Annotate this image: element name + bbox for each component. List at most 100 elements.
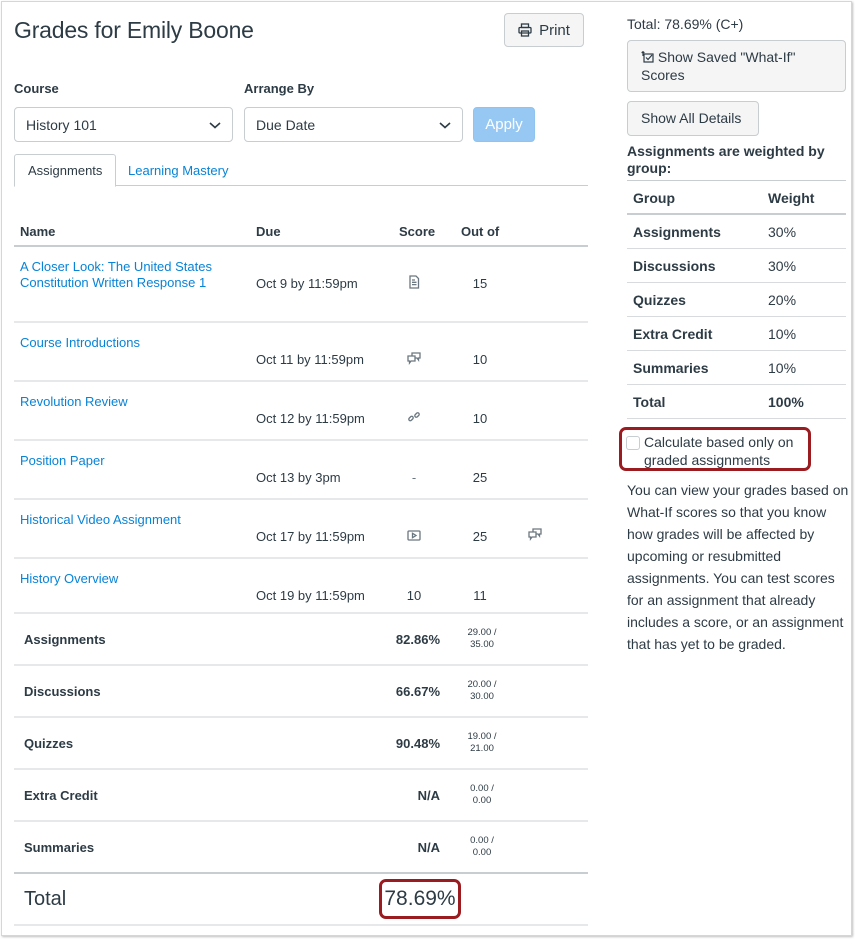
calculate-graded-only-checkbox[interactable]	[626, 436, 640, 450]
assignment-link[interactable]: Position Paper	[20, 453, 235, 469]
chevron-down-icon	[439, 122, 451, 129]
score-cell	[394, 275, 434, 292]
group-name: Summaries	[24, 840, 95, 855]
weight-group: Total	[633, 394, 666, 410]
sidebar-total: Total: 78.69% (C+)	[627, 16, 744, 32]
column-name: Name	[20, 224, 56, 239]
group-points: 29.00 /35.00	[462, 627, 502, 651]
group-points-possible: 0.00	[472, 795, 492, 806]
assignment-link[interactable]: Course Introductions	[20, 335, 235, 351]
checklist-icon	[641, 51, 654, 63]
weight-group: Quizzes	[633, 292, 686, 308]
assignment-link[interactable]: A Closer Look: The United States Constit…	[20, 259, 235, 291]
group-row-assignments: Assignments 82.86% 29.00 /35.00	[14, 614, 588, 666]
comments-button[interactable]	[524, 527, 546, 546]
printer-icon	[518, 23, 532, 37]
show-all-details-button[interactable]: Show All Details	[627, 101, 759, 136]
group-row-extra-credit: Extra Credit N/A 0.00 /0.00	[14, 770, 588, 822]
weight-value: 20%	[768, 292, 797, 308]
tab-assignments[interactable]: Assignments	[14, 154, 117, 187]
group-row-quizzes: Quizzes 90.48% 19.00 /21.00	[14, 718, 588, 770]
tab-bar: Assignments Learning Mastery	[14, 154, 588, 187]
weight-value: 10%	[768, 326, 797, 342]
column-out-of: Out of	[461, 224, 500, 239]
due-date: Oct 11 by 11:59pm	[256, 352, 364, 367]
print-button[interactable]: Print	[504, 13, 584, 47]
document-icon	[409, 275, 420, 289]
score-cell	[394, 410, 434, 427]
column-due: Due	[256, 224, 281, 239]
weight-group: Discussions	[633, 258, 716, 274]
out-of-cell: 25	[472, 470, 488, 485]
assignment-link[interactable]: Historical Video Assignment	[20, 512, 235, 528]
show-what-if-scores-button[interactable]: Show Saved "What-If" Scores	[627, 40, 846, 92]
due-date: Oct 17 by 11:59pm	[256, 529, 365, 544]
group-name: Assignments	[24, 632, 106, 647]
group-name: Quizzes	[24, 736, 74, 751]
total-grade-value: 78.69%	[379, 879, 461, 919]
weight-row: Assignments 30%	[627, 215, 846, 249]
arrange-by-select[interactable]: Due Date	[244, 107, 463, 142]
course-select[interactable]: History 101	[14, 107, 233, 142]
weight-row: Discussions 30%	[627, 249, 846, 283]
chevron-down-icon	[209, 122, 221, 129]
weights-table: Group Weight Assignments 30% Discussions…	[627, 180, 846, 419]
due-date: Oct 19 by 11:59pm	[256, 588, 365, 603]
apply-button[interactable]: Apply	[473, 107, 535, 142]
group-points-earned: 20.00 /	[467, 679, 497, 690]
out-of-cell: 11	[473, 588, 487, 603]
weight-value: 100%	[768, 394, 804, 410]
group-points-earned: 0.00 /	[470, 783, 494, 794]
due-date: Oct 13 by 3pm	[256, 470, 341, 485]
group-points-possible: 0.00	[472, 847, 492, 858]
print-label: Print	[539, 21, 570, 39]
group-name: Extra Credit	[24, 788, 98, 803]
weight-value: 30%	[768, 224, 797, 240]
group-points-possible: 30.00	[470, 691, 494, 702]
group-points-possible: 35.00	[470, 639, 494, 650]
score-cell	[394, 351, 434, 368]
group-percent: 66.67%	[395, 684, 440, 699]
weight-group: Summaries	[633, 360, 709, 376]
grades-table: Name Due Score Out of A Closer Look: The…	[14, 215, 588, 926]
weighted-note: Assignments are weighted by group:	[627, 143, 825, 176]
arrange-by-select-value: Due Date	[256, 116, 316, 133]
group-points: 0.00 /0.00	[462, 835, 502, 859]
weights-column-weight: Weight	[768, 190, 815, 206]
weight-group: Extra Credit	[633, 326, 713, 342]
calculate-graded-only-label[interactable]: Calculate based only on graded assignmen…	[644, 433, 809, 469]
score-cell: -	[411, 470, 417, 485]
table-row: Course Introductions Oct 11 by 11:59pm 1…	[14, 323, 588, 382]
score-cell: 10	[406, 588, 422, 603]
group-points-earned: 29.00 /	[467, 627, 497, 638]
group-points: 20.00 /30.00	[462, 679, 502, 703]
comments-icon	[528, 528, 542, 541]
table-row: A Closer Look: The United States Constit…	[14, 247, 588, 323]
group-points: 0.00 /0.00	[462, 783, 502, 807]
group-name: Discussions	[24, 684, 101, 699]
group-percent: 82.86%	[395, 632, 440, 647]
weight-group: Assignments	[633, 224, 721, 240]
what-if-help-text: You can view your grades based on What-I…	[627, 482, 849, 652]
weights-column-group: Group	[633, 190, 675, 206]
out-of-cell: 10	[472, 352, 488, 367]
table-row: Position Paper Oct 13 by 3pm - 25	[14, 441, 588, 500]
weights-header: Group Weight	[627, 181, 846, 215]
link-icon	[408, 412, 420, 422]
group-points: 19.00 /21.00	[462, 731, 502, 755]
weight-row-total: Total 100%	[627, 385, 846, 419]
due-date: Oct 9 by 11:59pm	[256, 276, 358, 291]
tab-learning-mastery[interactable]: Learning Mastery	[115, 154, 241, 187]
table-header: Name Due Score Out of	[14, 215, 588, 247]
group-percent: 90.48%	[395, 736, 440, 751]
group-percent: N/A	[417, 788, 440, 803]
group-row-summaries: Summaries N/A 0.00 /0.00	[14, 822, 588, 874]
assignment-link[interactable]: History Overview	[20, 571, 235, 587]
weight-value: 30%	[768, 258, 797, 274]
group-points-earned: 0.00 /	[470, 835, 494, 846]
column-score: Score	[399, 224, 436, 239]
calculate-graded-only-option: Calculate based only on graded assignmen…	[619, 427, 811, 471]
group-points-earned: 19.00 /	[467, 731, 497, 742]
assignment-link[interactable]: Revolution Review	[20, 394, 235, 410]
course-label: Course	[14, 81, 59, 96]
